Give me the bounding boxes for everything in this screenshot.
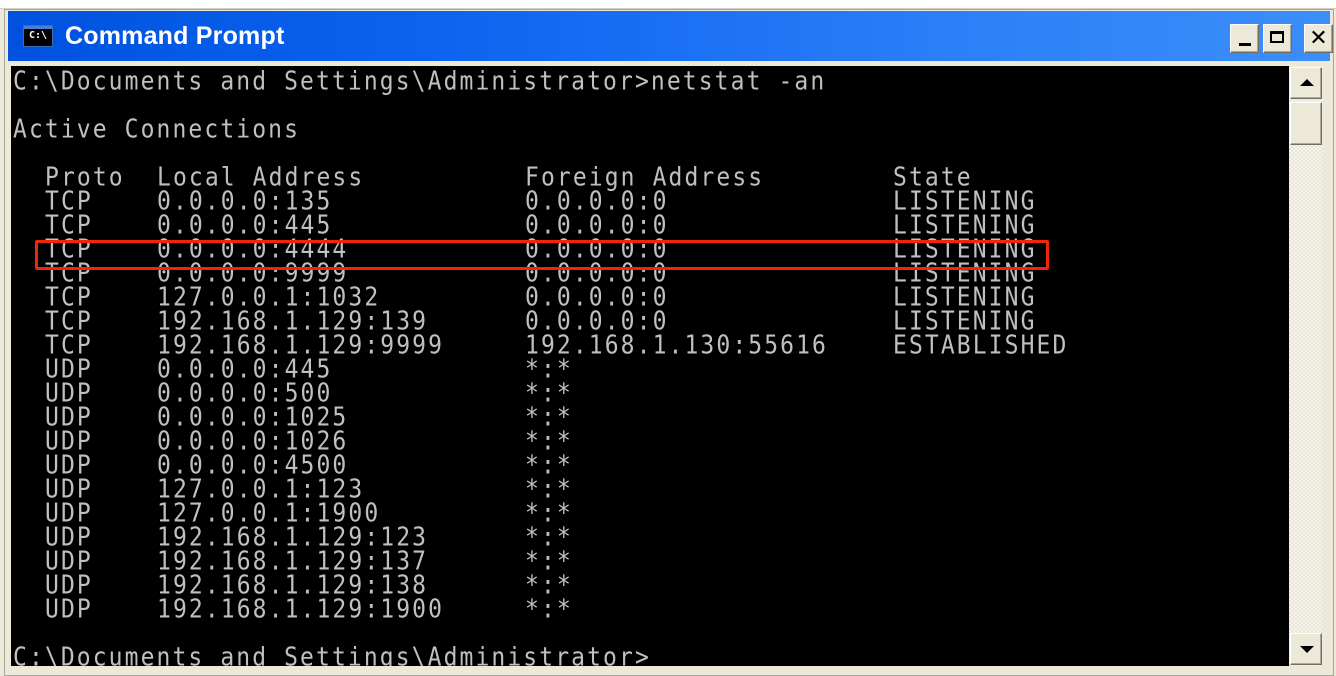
maximize-button[interactable] [1263,24,1292,53]
vertical-scrollbar[interactable] [1289,66,1323,666]
cell-proto: UDP [45,594,93,624]
cell-local-address: 192.168.1.129:1900 [157,594,445,624]
scroll-up-button[interactable] [1290,67,1322,99]
close-button[interactable]: ✕ [1304,24,1333,53]
command-line: C:\Documents and Settings\Administrator>… [13,66,827,96]
window-title: Command Prompt [65,22,285,50]
cell-foreign-address: *:* [525,594,573,624]
maximize-icon [1270,31,1284,43]
cell-state: ESTABLISHED [893,330,1069,360]
table-row: UDP 192.168.1.129:1900 *:* [13,596,1213,623]
arrow-down-icon [1300,646,1314,653]
arrow-up-icon [1300,79,1314,86]
console-output[interactable]: C:\Documents and Settings\Administrator>… [11,66,1289,666]
close-icon: ✕ [1309,26,1328,51]
minimize-icon [1239,43,1251,46]
highlight-box [35,240,1049,270]
title-bar[interactable]: C:\ Command Prompt ✕ [8,11,1333,61]
command-prompt-window: C:\ Command Prompt ✕ C:\Documents and Se… [4,9,1334,676]
scroll-down-button[interactable] [1290,633,1322,665]
scroll-thumb[interactable] [1290,102,1322,145]
background-window-strip [0,0,1336,9]
minimize-button[interactable] [1230,24,1259,53]
section-title: Active Connections [13,114,301,144]
console-icon[interactable]: C:\ [23,25,53,47]
prompt-line[interactable]: C:\Documents and Settings\Administrator> [13,644,651,666]
